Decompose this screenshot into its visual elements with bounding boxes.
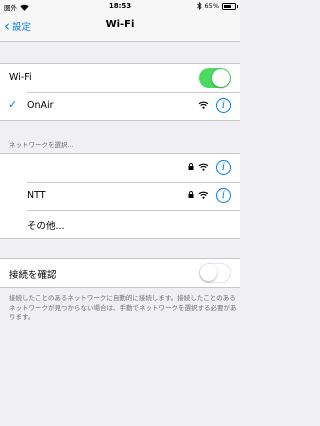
ask-to-join-toggle[interactable] <box>199 263 231 283</box>
ask-to-join-row: 接続を確認 <box>0 259 240 287</box>
status-bar: 圏外 18:53 65% <box>0 0 240 12</box>
other-network-label: その他... <box>27 221 65 232</box>
page-title: Wi-Fi <box>105 19 135 30</box>
connected-network-row[interactable]: ✓ OnAir i <box>0 92 240 120</box>
networks-section-header: ネットワークを選択... <box>9 141 74 149</box>
info-icon[interactable]: i <box>216 188 231 203</box>
status-right: 65% <box>196 2 238 10</box>
battery-icon <box>222 2 238 10</box>
network-name: NTT <box>27 190 46 201</box>
ask-to-join-group: 接続を確認 <box>0 258 240 288</box>
ask-to-join-footer: 接続したことのあるネットワークに自動的に接続します。接続したことのあるネットワー… <box>9 294 237 321</box>
lock-icon <box>188 191 194 198</box>
bluetooth-icon <box>196 2 202 10</box>
ask-to-join-label: 接続を確認 <box>9 270 57 281</box>
wifi-group: Wi-Fi ✓ OnAir i <box>0 63 240 121</box>
info-icon[interactable]: i <box>216 160 231 175</box>
wifi-toggle-row: Wi-Fi <box>0 64 240 92</box>
connected-network-name: OnAir <box>27 100 54 111</box>
checkmark-icon: ✓ <box>8 98 18 111</box>
info-icon[interactable]: i <box>216 98 231 113</box>
networks-group: i NTT i その他... <box>0 153 240 239</box>
lock-icon <box>188 163 194 170</box>
other-network-row[interactable]: その他... <box>0 210 240 238</box>
battery-percent: 65% <box>204 2 219 10</box>
wifi-label: Wi-Fi <box>9 72 32 83</box>
wifi-signal-icon <box>198 163 209 171</box>
wifi-toggle[interactable] <box>199 68 231 88</box>
wifi-signal-icon <box>198 101 209 109</box>
network-row[interactable]: i <box>0 154 240 182</box>
wifi-signal-icon <box>198 191 209 199</box>
navigation-bar: ‹ 設定 Wi-Fi <box>0 12 240 42</box>
network-row[interactable]: NTT i <box>0 182 240 210</box>
